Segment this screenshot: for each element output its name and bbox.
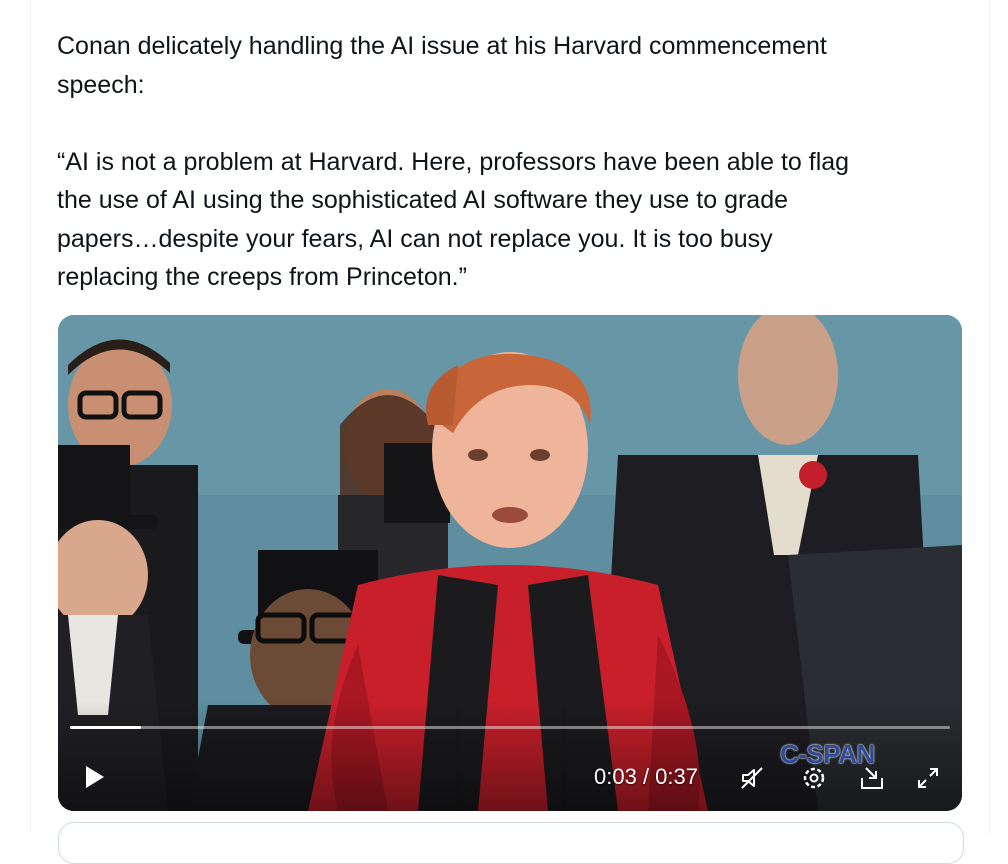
video-player[interactable]: 0:03 / 0:37 C-SPAN — [58, 315, 962, 811]
play-icon[interactable] — [84, 765, 106, 789]
post-border-right — [989, 0, 990, 834]
progress-bar[interactable] — [70, 726, 950, 729]
fullscreen-icon[interactable] — [914, 764, 942, 792]
quoted-card-edge — [58, 822, 964, 864]
dock-video-icon[interactable] — [858, 764, 886, 792]
post-border-left — [30, 0, 31, 834]
current-time: 0:03 — [594, 764, 637, 789]
duration: 0:37 — [655, 764, 698, 789]
time-display: 0:03 / 0:37 — [594, 764, 724, 790]
settings-gear-icon[interactable] — [800, 764, 828, 792]
time-separator: / — [636, 764, 656, 789]
post-text: Conan delicately handling the AI issue a… — [57, 32, 850, 291]
muted-speaker-icon[interactable] — [738, 764, 766, 792]
progress-fill — [70, 726, 142, 729]
